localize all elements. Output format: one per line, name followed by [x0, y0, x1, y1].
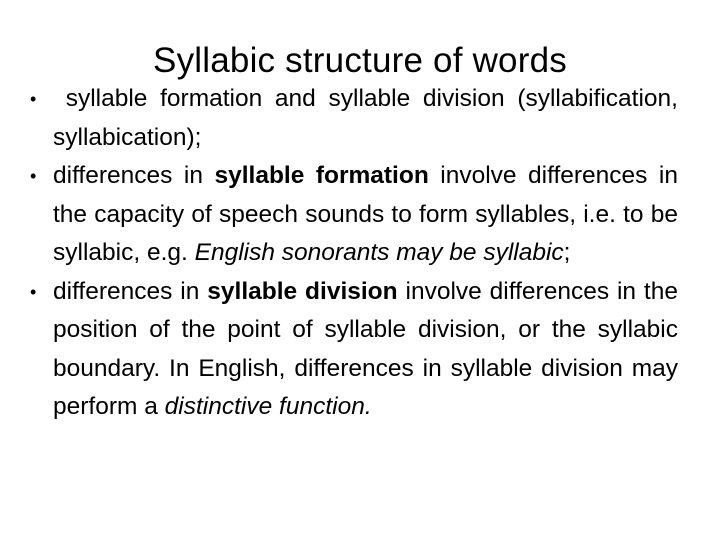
bullet-item-syllable-division: • differences in syllable division invol…: [30, 273, 678, 427]
bullet-icon: •: [30, 89, 37, 109]
slide-title: Syllabic structure of words: [153, 41, 567, 81]
bullet-text: differences in: [53, 162, 215, 189]
bullet-item-syllable-formation-division: • syllable formation and syllable divisi…: [30, 80, 678, 157]
bullet-text: differences in: [53, 277, 208, 305]
bullet-icon: •: [30, 166, 37, 186]
bullet-text: syllable formation and syllable division…: [53, 85, 685, 151]
bullet-list: • syllable formation and syllable divisi…: [30, 80, 678, 427]
italic-term: distinctive function.: [164, 393, 372, 420]
bullet-icon: •: [30, 281, 37, 302]
italic-example: English sonorants may be syllabic: [194, 239, 564, 266]
bold-term: syllable division: [207, 277, 398, 305]
bold-term: syllable formation: [214, 162, 429, 189]
bullet-item-syllable-formation: • differences in syllable formation invo…: [30, 157, 678, 273]
bullet-text: ;: [563, 239, 571, 266]
